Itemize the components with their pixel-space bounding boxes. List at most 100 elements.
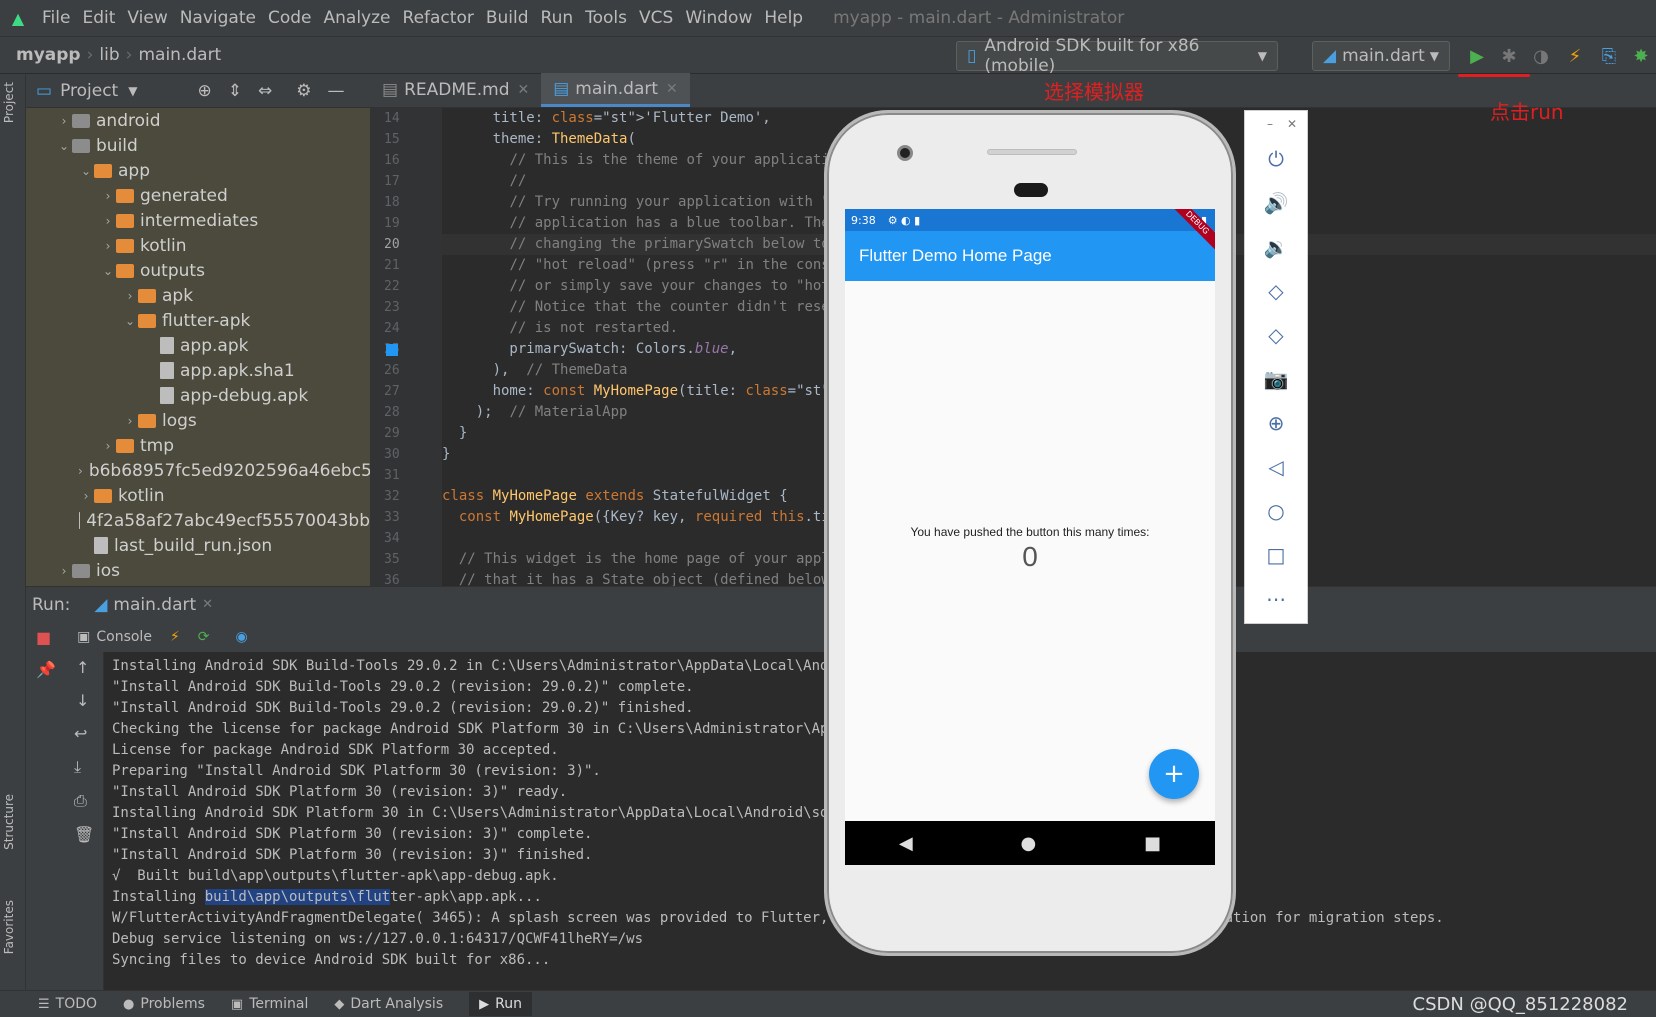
devtools-icon[interactable]: ◉	[236, 629, 248, 645]
tree-item[interactable]: › kotlin	[26, 483, 370, 508]
menu-analyze[interactable]: Analyze	[318, 8, 397, 28]
breadcrumb-project[interactable]: myapp	[16, 45, 81, 65]
print-icon[interactable]: ⎙	[74, 791, 103, 811]
tree-item[interactable]: › android	[26, 108, 370, 133]
tree-item[interactable]: › b6b68957fc5ed9202596a46ebc5	[26, 458, 370, 483]
tree-item[interactable]: ⌄ build	[26, 133, 370, 158]
menu-vcs[interactable]: VCS	[633, 8, 679, 28]
breadcrumb-file[interactable]: main.dart	[138, 45, 221, 65]
tree-item[interactable]: last_build_run.json	[26, 533, 370, 558]
minimize-icon[interactable]: —	[327, 81, 344, 101]
tree-item[interactable]: app-debug.apk	[26, 383, 370, 408]
menu-tools[interactable]: Tools	[579, 8, 633, 28]
tree-item[interactable]: app.apk	[26, 333, 370, 358]
menu-file[interactable]: File	[36, 8, 76, 28]
chevron-down-icon[interactable]: ⌄	[100, 264, 116, 278]
profile-icon[interactable]: ◑	[1530, 45, 1552, 67]
trash-icon[interactable]: 🗑	[74, 825, 103, 844]
chevron-down-icon[interactable]: ⌄	[78, 164, 94, 178]
device-selector[interactable]: ▯ Android SDK built for x86 (mobile) ▼	[956, 36, 1278, 76]
structure-tool-tab[interactable]: Structure	[2, 794, 16, 850]
run-config-selector[interactable]: ◢ main.dart ▼	[1312, 41, 1450, 71]
close-icon[interactable]: ✕	[202, 597, 213, 612]
run-icon[interactable]: ▶	[1466, 45, 1488, 67]
tree-item[interactable]: ⌄ outputs	[26, 258, 370, 283]
volume-down-icon[interactable]: 🔉	[1245, 225, 1307, 269]
increment-fab-button[interactable]: +	[1149, 749, 1199, 799]
hot-restart-icon[interactable]: ⟳	[198, 629, 210, 645]
down-arrow-icon[interactable]: ↓	[76, 691, 103, 710]
apply-changes-icon[interactable]: ✸	[1630, 45, 1652, 67]
tree-item[interactable]: › kotlin	[26, 233, 370, 258]
chevron-right-icon[interactable]: ›	[56, 114, 72, 128]
chevron-right-icon[interactable]: ›	[100, 189, 116, 203]
more-icon[interactable]: ⋯	[1245, 577, 1307, 621]
project-tool-tab[interactable]: Project	[2, 82, 16, 123]
chevron-down-icon[interactable]: ⌄	[122, 314, 138, 328]
tree-item[interactable]: › apk	[26, 283, 370, 308]
stop-icon[interactable]: ■	[36, 628, 51, 647]
menu-edit[interactable]: Edit	[76, 8, 121, 28]
breadcrumb-lib[interactable]: lib	[99, 45, 119, 65]
chevron-right-icon[interactable]: ›	[100, 439, 116, 453]
hot-reload-icon[interactable]: ⚡	[170, 629, 180, 645]
menu-help[interactable]: Help	[758, 8, 809, 28]
minimize-icon[interactable]: –	[1267, 117, 1273, 131]
tab-readme[interactable]: ▤ README.md ✕	[370, 73, 541, 107]
rotate-right-icon[interactable]: ◇	[1245, 313, 1307, 357]
up-arrow-icon[interactable]: ↑	[76, 658, 103, 677]
menu-run[interactable]: Run	[535, 8, 580, 28]
back-icon[interactable]: ◁	[1245, 445, 1307, 489]
debug-icon[interactable]: ✱	[1498, 45, 1520, 67]
tree-item[interactable]: › logs	[26, 408, 370, 433]
gear-icon[interactable]: ⚙	[296, 81, 311, 101]
chevron-right-icon[interactable]: ›	[78, 489, 94, 503]
terminal-tool-button[interactable]: ▣ Terminal	[231, 996, 308, 1012]
tree-item[interactable]: › ios	[26, 558, 370, 583]
favorites-tool-tab[interactable]: Favorites	[2, 900, 16, 954]
power-icon[interactable]: ⏻	[1245, 137, 1307, 181]
chevron-right-icon[interactable]: ›	[122, 289, 138, 303]
tree-item[interactable]: › intermediates	[26, 208, 370, 233]
chevron-right-icon[interactable]: ›	[122, 414, 138, 428]
console-tab[interactable]: Console	[96, 629, 152, 645]
overview-icon[interactable]: □	[1245, 533, 1307, 577]
screenshot-icon[interactable]: 📷	[1245, 357, 1307, 401]
tree-item[interactable]: ⌄ flutter-apk	[26, 308, 370, 333]
menu-refactor[interactable]: Refactor	[397, 8, 480, 28]
soft-wrap-icon[interactable]: ↩	[74, 724, 103, 743]
back-icon[interactable]: ◀	[899, 833, 913, 854]
chevron-right-icon[interactable]: ›	[56, 564, 72, 578]
scroll-end-icon[interactable]: ⤓	[74, 757, 103, 777]
tree-item[interactable]: › tmp	[26, 433, 370, 458]
close-icon[interactable]: ✕	[518, 82, 530, 98]
chevron-right-icon[interactable]: ›	[100, 214, 116, 228]
close-icon[interactable]: ✕	[1287, 117, 1297, 131]
expand-all-icon[interactable]: ⇕	[228, 81, 242, 101]
recents-icon[interactable]: ■	[1144, 833, 1161, 854]
project-view-label[interactable]: Project	[60, 81, 118, 101]
todo-tool-button[interactable]: ☰ TODO	[38, 996, 97, 1012]
home-icon[interactable]: ○	[1245, 489, 1307, 533]
dart-analysis-tool-button[interactable]: ◆ Dart Analysis	[334, 996, 443, 1012]
menu-build[interactable]: Build	[480, 8, 535, 28]
chevron-down-icon[interactable]: ⌄	[56, 139, 72, 153]
run-tool-button[interactable]: ▶ Run	[469, 992, 532, 1016]
rotate-left-icon[interactable]: ◇	[1245, 269, 1307, 313]
hot-restart-icon[interactable]: ⎘	[1598, 45, 1620, 67]
tree-item[interactable]: app.apk.sha1	[26, 358, 370, 383]
menu-code[interactable]: Code	[262, 8, 318, 28]
menu-window[interactable]: Window	[679, 8, 758, 28]
hot-reload-icon[interactable]: ⚡	[1564, 45, 1586, 67]
tree-item[interactable]: › generated	[26, 183, 370, 208]
problems-tool-button[interactable]: ● Problems	[123, 996, 205, 1012]
volume-up-icon[interactable]: 🔊	[1245, 181, 1307, 225]
pin-icon[interactable]: 📌	[36, 660, 62, 679]
collapse-all-icon[interactable]: ⇔	[258, 81, 272, 101]
menu-view[interactable]: View	[121, 8, 173, 28]
zoom-icon[interactable]: ⊕	[1245, 401, 1307, 445]
run-tab-main-dart[interactable]: main.dart	[113, 595, 196, 615]
close-icon[interactable]: ✕	[666, 81, 678, 97]
locate-icon[interactable]: ⊕	[197, 81, 211, 101]
tab-main-dart[interactable]: ▤ main.dart ✕	[541, 73, 690, 107]
